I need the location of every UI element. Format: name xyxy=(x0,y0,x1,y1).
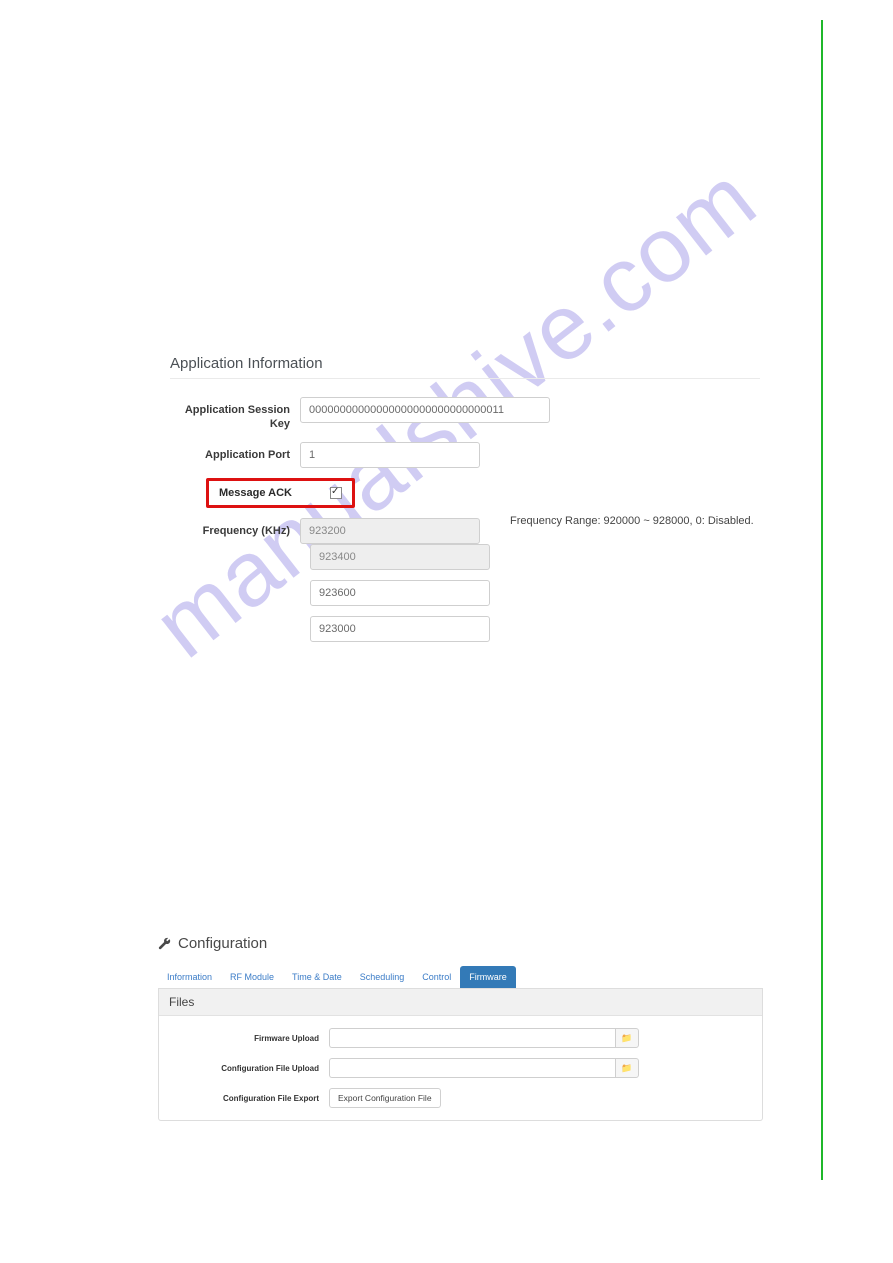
frequency-input-2[interactable] xyxy=(310,580,490,606)
configuration-header: Configuration xyxy=(158,935,763,952)
frequency-range-note: Frequency Range: 920000 ~ 928000, 0: Dis… xyxy=(510,515,754,527)
folder-icon: 📁 xyxy=(621,1063,632,1074)
firmware-upload-label: Firmware Upload xyxy=(169,1034,329,1043)
frequency-input-0[interactable] xyxy=(300,518,480,544)
firmware-upload-row: Firmware Upload 📁 xyxy=(169,1028,752,1048)
tab-control[interactable]: Control xyxy=(413,966,460,988)
files-panel: Files Firmware Upload 📁 Configuration Fi… xyxy=(158,989,763,1121)
config-export-row: Configuration File Export Export Configu… xyxy=(169,1088,752,1108)
frequency-input-3[interactable] xyxy=(310,616,490,642)
export-configuration-button[interactable]: Export Configuration File xyxy=(329,1088,441,1108)
frequency-input-1[interactable] xyxy=(310,544,490,570)
config-upload-label: Configuration File Upload xyxy=(169,1064,329,1073)
firmware-upload-browse-button[interactable]: 📁 xyxy=(615,1028,639,1048)
session-key-input[interactable] xyxy=(300,397,550,423)
wrench-icon xyxy=(158,937,172,951)
tab-firmware[interactable]: Firmware xyxy=(460,966,516,988)
firmware-upload-input[interactable] xyxy=(329,1028,615,1048)
frequency-label: Frequency (KHz) xyxy=(170,518,300,538)
config-upload-input[interactable] xyxy=(329,1058,615,1078)
application-port-row: Application Port xyxy=(170,442,760,468)
application-information-section: Application Information Application Sess… xyxy=(170,355,760,652)
page-right-border xyxy=(821,20,823,1180)
config-export-label: Configuration File Export xyxy=(169,1094,329,1103)
message-ack-label: Message ACK xyxy=(219,487,292,499)
files-panel-title: Files xyxy=(159,989,762,1016)
tab-information[interactable]: Information xyxy=(158,966,221,988)
section-divider xyxy=(170,378,760,379)
config-upload-group: 📁 xyxy=(329,1058,639,1078)
tab-rf-module[interactable]: RF Module xyxy=(221,966,283,988)
config-tabs: Information RF Module Time & Date Schedu… xyxy=(158,966,763,989)
message-ack-highlight-box: Message ACK xyxy=(206,478,355,508)
files-panel-body: Firmware Upload 📁 Configuration File Upl… xyxy=(159,1016,762,1120)
application-port-input[interactable] xyxy=(300,442,480,468)
message-ack-row: Message ACK xyxy=(170,478,760,508)
folder-icon: 📁 xyxy=(621,1033,632,1044)
config-upload-row: Configuration File Upload 📁 xyxy=(169,1058,752,1078)
app-info-title: Application Information xyxy=(170,355,760,372)
application-port-label: Application Port xyxy=(170,442,300,462)
session-key-row: Application Session Key xyxy=(170,397,760,432)
message-ack-checkbox[interactable] xyxy=(330,487,342,499)
firmware-upload-group: 📁 xyxy=(329,1028,639,1048)
tab-time-date[interactable]: Time & Date xyxy=(283,966,351,988)
configuration-section: Configuration Information RF Module Time… xyxy=(158,935,763,1121)
tab-scheduling[interactable]: Scheduling xyxy=(351,966,414,988)
session-key-label: Application Session Key xyxy=(170,397,300,432)
configuration-title: Configuration xyxy=(178,935,267,952)
config-upload-browse-button[interactable]: 📁 xyxy=(615,1058,639,1078)
frequency-inputs-group xyxy=(310,544,760,642)
